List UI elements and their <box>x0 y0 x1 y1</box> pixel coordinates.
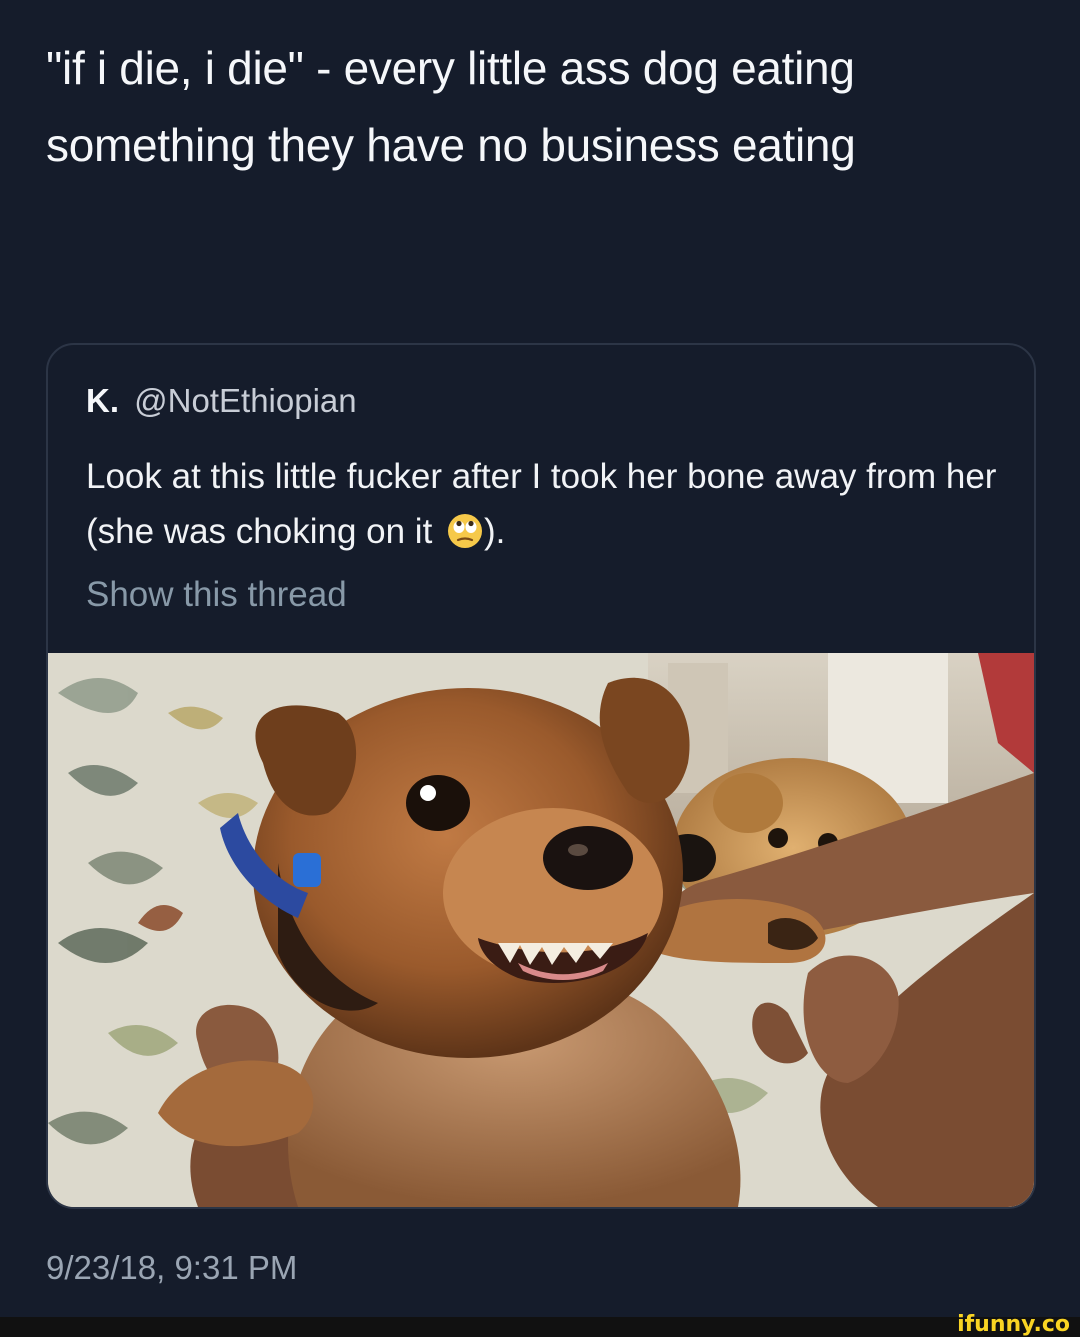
quoted-tweet-photo[interactable] <box>48 653 1034 1207</box>
dog-photo-image <box>48 653 1034 1207</box>
quoted-tweet-author-name[interactable]: K. <box>86 382 119 419</box>
face-with-rolling-eyes-icon <box>446 511 484 549</box>
quoted-tweet-text-main: Look at this little fucker after I took … <box>86 457 997 551</box>
footer-bar <box>0 1317 1080 1337</box>
quoted-tweet-header: K. @NotEthiopian <box>86 381 357 421</box>
tweet-text: "if i die, i die" - every little ass dog… <box>46 42 856 171</box>
quoted-tweet-card[interactable]: K. @NotEthiopian Look at this little fuc… <box>46 343 1036 1209</box>
ifunny-watermark-logo: ifunny.co <box>957 1312 1070 1337</box>
show-this-thread-link[interactable]: Show this thread <box>86 573 347 617</box>
quoted-tweet-handle[interactable]: @NotEthiopian <box>134 382 356 419</box>
quoted-tweet-text-end: ). <box>484 512 506 551</box>
quoted-tweet-text: Look at this little fucker after I took … <box>86 449 1006 559</box>
tweet-timestamp[interactable]: 9/23/18, 9:31 PM <box>46 1248 297 1288</box>
